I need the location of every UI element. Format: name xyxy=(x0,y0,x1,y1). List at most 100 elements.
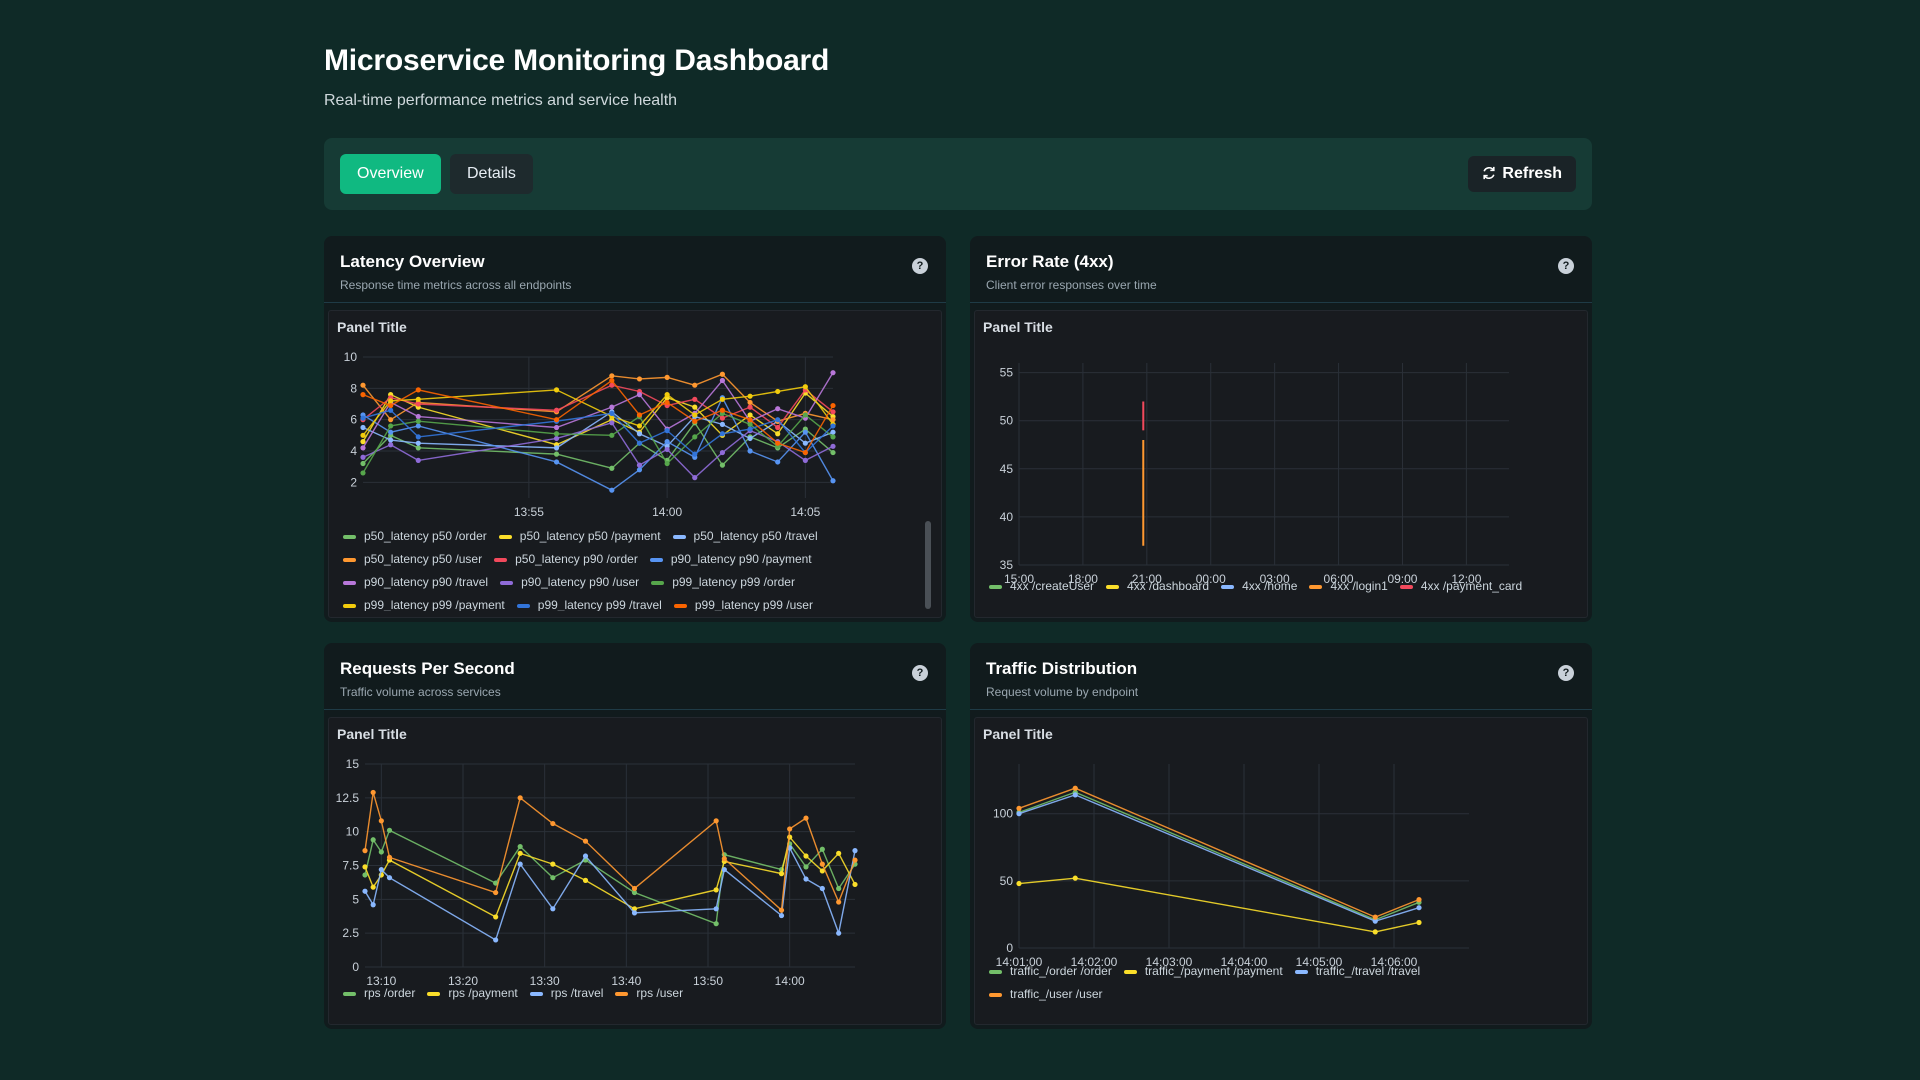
data-point xyxy=(636,423,643,429)
legend-item[interactable]: rps /travel xyxy=(529,982,604,1005)
legend-item[interactable]: traffic_/user /user xyxy=(989,983,1102,1006)
legend-label: 4xx /login1 xyxy=(1330,579,1388,593)
chart-legend: p50_latency p50 /order p50_latency p50 /p… xyxy=(343,525,908,611)
data-point xyxy=(778,912,785,919)
y-tick-label: 5 xyxy=(352,892,359,906)
legend-scrollbar[interactable] xyxy=(925,521,931,609)
data-point xyxy=(803,815,809,821)
legend-item[interactable]: rps /payment xyxy=(427,982,518,1005)
data-point xyxy=(631,910,638,916)
legend-label: rps /travel xyxy=(550,986,604,1000)
toolbar: Overview Details Refresh xyxy=(324,138,1592,210)
data-point xyxy=(664,428,670,434)
refresh-button[interactable]: Refresh xyxy=(1468,156,1576,192)
data-point xyxy=(415,457,421,463)
chart-legend: traffic_/order /order traffic_/payment /p… xyxy=(989,960,1549,1010)
data-point xyxy=(378,849,384,855)
data-point xyxy=(819,846,825,852)
data-point xyxy=(692,396,698,402)
data-point xyxy=(830,478,836,484)
data-point xyxy=(582,877,589,883)
legend-item[interactable]: 4xx /home xyxy=(1221,575,1297,598)
data-point xyxy=(802,449,808,456)
legend-label: 4xx /createUser xyxy=(1010,579,1095,593)
legend-item[interactable]: p50_latency p90 /order xyxy=(494,548,638,571)
legend-item[interactable]: 4xx /login1 xyxy=(1309,575,1388,598)
data-point xyxy=(713,906,719,912)
legend-item[interactable]: 4xx /dashboard xyxy=(1106,575,1209,598)
legend-swatch xyxy=(494,557,508,562)
tab-details[interactable]: Details xyxy=(450,154,533,194)
data-point xyxy=(360,424,366,431)
legend-item[interactable]: p50_latency p50 /order xyxy=(343,525,487,548)
card-subtitle: Response time metrics across all endpoin… xyxy=(340,278,572,292)
legend-item[interactable]: traffic_/payment /payment xyxy=(1123,960,1283,983)
tab-overview[interactable]: Overview xyxy=(340,154,441,194)
data-point xyxy=(553,445,560,451)
legend-item[interactable]: p90_latency p90 /payment xyxy=(649,548,812,571)
data-point xyxy=(609,377,615,384)
legend-item[interactable]: traffic_/order /order xyxy=(989,960,1112,983)
data-point xyxy=(360,439,366,445)
series-line xyxy=(364,792,856,912)
legend-swatch xyxy=(673,603,687,608)
data-point xyxy=(553,407,560,413)
data-point xyxy=(721,856,727,862)
help-icon[interactable]: ? xyxy=(1558,258,1574,274)
legend-item[interactable]: p50_latency p50 /user xyxy=(343,548,482,571)
help-icon[interactable]: ? xyxy=(1558,665,1574,681)
series-line xyxy=(362,391,834,446)
data-point xyxy=(415,413,421,420)
data-point xyxy=(1072,875,1078,881)
page-header: Microservice Monitoring Dashboard Real-t… xyxy=(324,44,829,110)
card-header: Error Rate (4xx) Client error responses … xyxy=(970,236,1592,303)
legend-swatch xyxy=(989,584,1002,589)
data-point xyxy=(517,795,523,801)
help-icon[interactable]: ? xyxy=(912,258,928,274)
data-point xyxy=(836,885,842,892)
data-point xyxy=(1072,785,1078,791)
data-point xyxy=(553,387,560,393)
legend-label: 4xx /dashboard xyxy=(1127,579,1210,593)
data-point xyxy=(553,435,560,442)
legend-item[interactable]: p99_latency p99 /order xyxy=(651,571,795,594)
data-point xyxy=(360,454,366,460)
data-point xyxy=(664,460,670,467)
data-point xyxy=(802,412,808,418)
legend-item[interactable]: p90_latency p90 /travel xyxy=(343,571,488,594)
legend-label: traffic_/payment /payment xyxy=(1144,964,1283,978)
data-point xyxy=(609,432,615,438)
data-point xyxy=(692,451,698,457)
data-point xyxy=(370,789,376,796)
legend-swatch xyxy=(651,580,665,585)
data-point xyxy=(388,417,394,423)
legend-item[interactable]: p99_latency p99 /travel xyxy=(516,594,662,611)
legend-item[interactable]: p99_latency p99 /payment xyxy=(343,594,505,611)
data-point xyxy=(415,440,421,446)
y-tick-label: 55 xyxy=(1000,366,1014,380)
data-point xyxy=(787,826,793,832)
legend-label: p90_latency p90 /travel xyxy=(364,575,489,589)
legend-item[interactable]: p50_latency p50 /travel xyxy=(672,525,818,548)
legend-item[interactable]: rps /user xyxy=(615,982,683,1005)
page-title: Microservice Monitoring Dashboard xyxy=(324,44,830,77)
legend-label: 4xx /home xyxy=(1242,579,1298,593)
data-point xyxy=(747,421,753,427)
legend-item[interactable]: p50_latency p50 /payment xyxy=(498,525,661,548)
legend-item[interactable]: traffic_/travel /travel xyxy=(1294,960,1420,983)
data-point xyxy=(719,421,726,427)
legend-item[interactable]: p90_latency p90 /user xyxy=(500,571,639,594)
legend-swatch xyxy=(529,991,543,996)
legend-label: rps /payment xyxy=(448,986,518,1000)
card-error-rate: Error Rate (4xx) Client error responses … xyxy=(970,236,1592,622)
legend-item[interactable]: 4xx /payment_card xyxy=(1399,575,1522,598)
error-rate-chart: 354045505515:00 18:00 21:00 00:00 03:00 06:00… xyxy=(1000,363,1509,586)
legend-item[interactable]: rps /order xyxy=(343,982,415,1005)
data-point xyxy=(517,861,523,867)
y-tick-label: 12.5 xyxy=(336,791,360,805)
data-point xyxy=(775,440,781,446)
legend-item[interactable]: p99_latency p99 /user xyxy=(673,594,813,611)
help-icon[interactable]: ? xyxy=(912,665,928,681)
legend-item[interactable]: 4xx /createUser xyxy=(989,575,1094,598)
data-point xyxy=(719,431,726,437)
